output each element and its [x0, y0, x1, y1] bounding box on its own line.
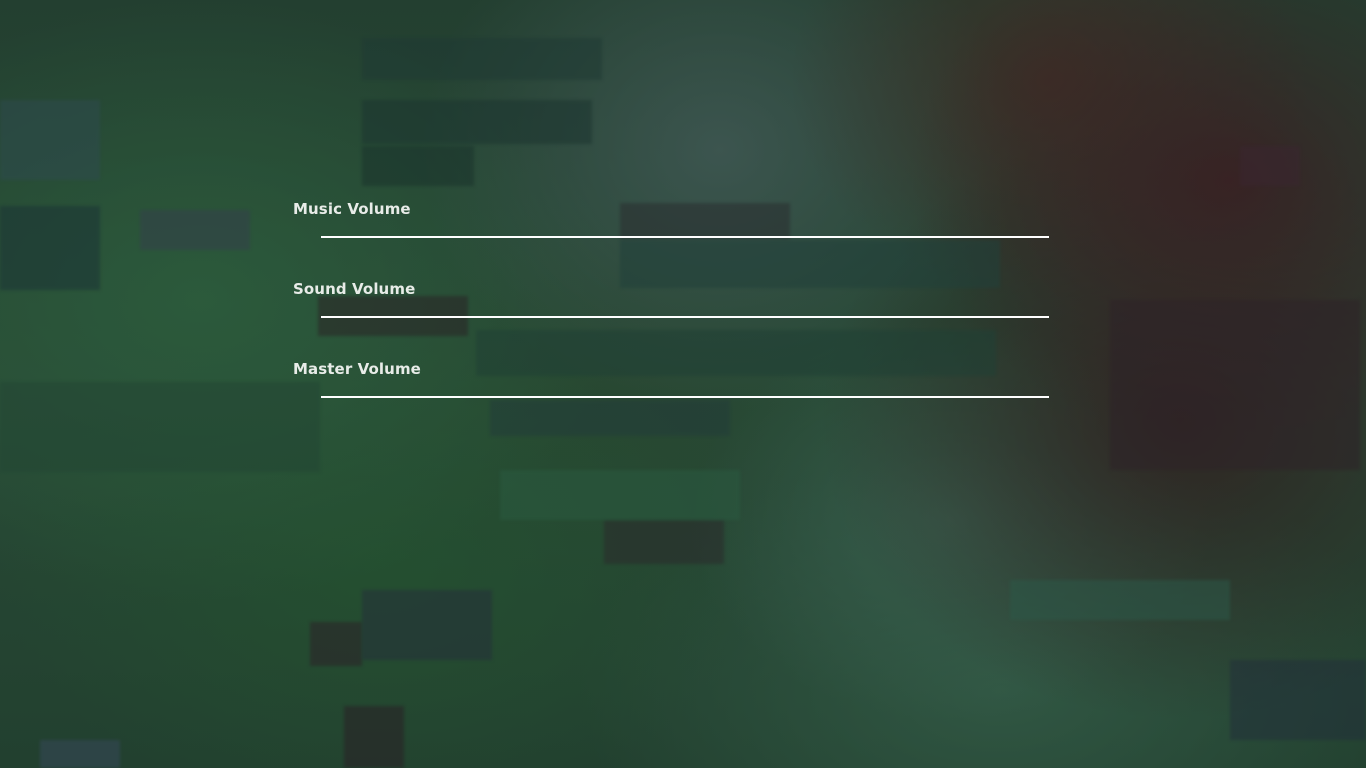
master-volume-label: Master Volume: [293, 360, 421, 378]
background-block: [0, 206, 100, 290]
master-volume-slider[interactable]: [321, 396, 1049, 398]
background-block: [344, 706, 404, 768]
sound-volume-slider[interactable]: [321, 316, 1049, 318]
master-volume-slider-fill: [321, 396, 1049, 398]
master-volume-setting: Master Volume: [293, 356, 1053, 436]
music-volume-label: Music Volume: [293, 200, 411, 218]
background-block: [1010, 580, 1230, 620]
background-block: [1240, 146, 1300, 186]
background-block: [0, 100, 100, 180]
background-block: [0, 382, 320, 472]
background-block: [362, 100, 592, 144]
background-block: [310, 622, 362, 666]
sound-volume-setting: Sound Volume: [293, 276, 1053, 356]
sound-volume-label: Sound Volume: [293, 280, 416, 298]
audio-settings-panel: Music Volume Sound Volume Master Volume: [293, 196, 1053, 436]
music-volume-slider-fill: [321, 236, 1049, 238]
background-block: [40, 740, 120, 768]
music-volume-slider[interactable]: [321, 236, 1049, 238]
background-block: [362, 590, 492, 660]
background-block: [362, 146, 474, 186]
background-block: [604, 520, 724, 564]
music-volume-setting: Music Volume: [293, 196, 1053, 276]
background-block: [140, 210, 250, 250]
background-block: [362, 38, 602, 80]
background-block: [1230, 660, 1366, 740]
background-block: [500, 470, 740, 520]
background-block: [1110, 300, 1360, 470]
sound-volume-slider-fill: [321, 316, 1049, 318]
